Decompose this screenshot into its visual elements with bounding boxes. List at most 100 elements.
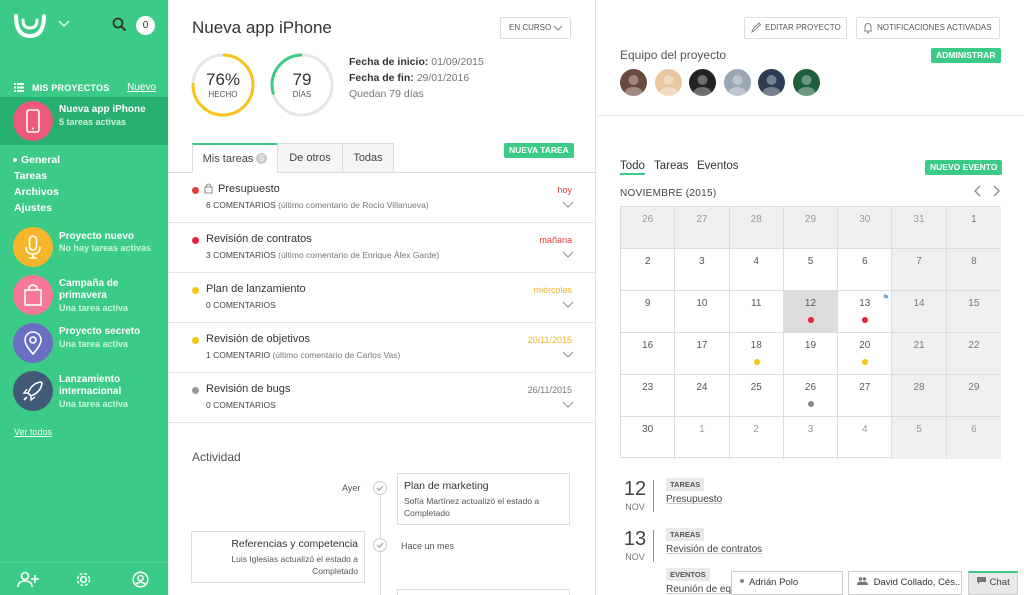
calendar-day-cell[interactable]: 3 [784,417,839,459]
tab-tareas[interactable]: Tareas [654,160,689,172]
calendar-day-cell[interactable]: 2 [730,417,784,459]
team-member-avatar[interactable] [758,69,785,96]
subnav-item-archivos[interactable]: Archivos [14,184,60,200]
calendar-day-cell[interactable]: 12 [783,291,839,333]
agenda-task-link[interactable]: Presupuesto [666,494,722,505]
subnav-item-tareas[interactable]: Tareas [14,168,60,184]
task-name[interactable]: Presupuesto [218,183,280,195]
app-logo-icon[interactable] [12,12,48,43]
task-name[interactable]: Revisión de objetivos [206,333,310,345]
notification-count-badge[interactable]: 0 [136,16,155,35]
user-profile-icon[interactable] [132,571,149,591]
calendar-day-cell[interactable]: 30 [621,417,676,459]
task-name[interactable]: Revisión de contratos [206,233,312,245]
next-month-icon[interactable] [991,184,1001,201]
calendar-day-cell[interactable]: 10 [675,291,730,333]
calendar-day-cell[interactable]: 24 [675,375,730,417]
calendar-day-cell[interactable]: 22 [946,333,1001,375]
team-member-avatar[interactable] [792,69,820,96]
search-icon[interactable] [112,17,127,35]
calendar-day-cell[interactable]: 16 [621,333,676,375]
calendar-day-cell[interactable]: 4 [729,249,784,291]
calendar-day-cell[interactable]: 14 [892,291,947,333]
tab-todo[interactable]: Todo [620,160,645,175]
project-item-proyecto-nuevo[interactable]: Proyecto nuevo No hay tareas activas [0,223,168,271]
task-row[interactable]: Revisión de bugs 0 COMENTARIOS 26/11/2015 [168,373,596,423]
calendar-day-cell[interactable]: 3 [675,249,730,291]
calendar-day-cell[interactable]: 29 [946,375,1001,417]
calendar-day-cell[interactable]: 26 [621,207,676,249]
agenda-event-link[interactable]: Reunión de eq [666,584,731,595]
activity-card[interactable] [397,589,570,595]
calendar-day-cell[interactable]: 20 [838,333,893,375]
edit-project-button[interactable]: EDITAR PROYECTO [744,17,847,39]
agenda-item[interactable]: 13 NOV TAREAS Revisión de contratos [620,528,820,568]
task-row[interactable]: Revisión de objetivos 1 COMENTARIO (últim… [168,323,596,373]
calendar-day-cell[interactable]: 19 [783,333,839,375]
new-event-button[interactable]: NUEVO EVENTO [925,160,1003,175]
chevron-down-icon[interactable] [562,400,574,412]
team-member-avatar[interactable] [689,69,716,96]
calendar-day-cell[interactable]: 7 [892,249,947,291]
agenda-item[interactable]: 12 NOV TAREAS Presupuesto [620,478,820,518]
task-name[interactable]: Revisión de bugs [206,383,290,395]
tab-mis-tareas[interactable]: Mis tareas 5 [192,143,278,173]
calendar-day-cell[interactable]: 6 [838,249,893,291]
project-item-proyecto-secreto[interactable]: Proyecto secreto Una tarea activa [0,319,168,367]
activity-card[interactable]: Plan de marketing Sofía Martínez actuali… [397,473,570,525]
project-item-campana-primavera[interactable]: Campaña de primavera Una tarea activa [0,271,168,319]
calendar-day-cell[interactable]: 17 [675,333,730,375]
add-user-icon[interactable] [17,571,39,591]
activity-card[interactable]: Referencias y competencia Luis Iglesias … [191,531,365,583]
calendar-day-cell[interactable]: 28 [892,375,947,417]
calendar-day-cell[interactable]: 13 ⚑ [838,291,893,333]
agenda-task-link[interactable]: Revisión de contratos [666,544,762,555]
see-all-projects-link[interactable]: Ver todos [14,427,52,437]
notifications-button[interactable]: NOTIFICACIONES ACTIVADAS [856,17,1000,39]
team-member-avatar[interactable] [654,69,682,96]
manage-team-button[interactable]: ADMINISTRAR [931,48,1001,63]
tab-de-otros[interactable]: De otros [277,143,343,173]
new-project-link[interactable]: Nuevo [127,82,156,93]
calendar-day-cell[interactable]: 25 [729,375,784,417]
chat-window-tab[interactable]: Adrián Polo [731,571,843,595]
calendar-day-cell[interactable]: 21 [892,333,947,375]
calendar-day-cell[interactable]: 5 [892,417,947,459]
calendar-day-cell[interactable]: 18 [729,333,784,375]
subnav-item-ajustes[interactable]: Ajustes [14,200,60,216]
calendar-day-cell[interactable]: 23 [621,375,676,417]
calendar-day-cell[interactable]: 27 [838,375,893,417]
task-row[interactable]: Plan de lanzamiento 0 COMENTARIOS miércol… [168,273,596,323]
calendar-day-cell[interactable]: 11 [729,291,784,333]
team-member-avatar[interactable] [723,69,751,96]
calendar-day-cell[interactable]: 5 [783,249,839,291]
new-task-button[interactable]: NUEVA TAREA [504,143,574,158]
chevron-down-icon[interactable] [562,250,574,262]
tab-todas[interactable]: Todas [342,143,394,173]
calendar-day-cell[interactable]: 6 [946,417,1001,459]
tab-eventos[interactable]: Eventos [697,160,739,172]
calendar-day-cell[interactable]: 27 [675,207,730,249]
group-chat-window-tab[interactable]: David Collado, Cés... [848,571,962,595]
calendar-day-cell[interactable]: 4 [838,417,893,459]
task-row[interactable]: Presupuesto 6 COMENTARIOS (último comenta… [168,173,596,223]
calendar-day-cell[interactable]: 28 [729,207,784,249]
settings-gear-icon[interactable] [75,571,92,591]
calendar-day-cell[interactable]: 29 [783,207,839,249]
previous-month-icon[interactable] [973,184,983,201]
chevron-down-icon[interactable] [562,200,574,212]
calendar-day-cell[interactable]: 1 [946,207,1001,249]
project-item-lanzamiento-internacional[interactable]: Lanzamiento internacional Una tarea acti… [0,367,168,415]
subnav-item-general[interactable]: General [13,152,60,168]
task-name[interactable]: Plan de lanzamiento [206,283,306,295]
calendar-day-cell[interactable]: 15 [946,291,1001,333]
task-row[interactable]: Revisión de contratos 3 COMENTARIOS (últi… [168,223,596,273]
calendar-day-cell[interactable]: 26 [783,375,839,417]
calendar-day-cell[interactable]: 1 [675,417,730,459]
calendar-day-cell[interactable]: 31 [892,207,947,249]
project-item-nueva-app-iphone[interactable]: Nueva app iPhone 5 tareas activas [0,97,168,145]
chevron-down-icon[interactable] [58,19,70,31]
chevron-down-icon[interactable] [562,300,574,312]
calendar-day-cell[interactable]: 8 [946,249,1001,291]
calendar-day-cell[interactable]: 2 [621,249,676,291]
